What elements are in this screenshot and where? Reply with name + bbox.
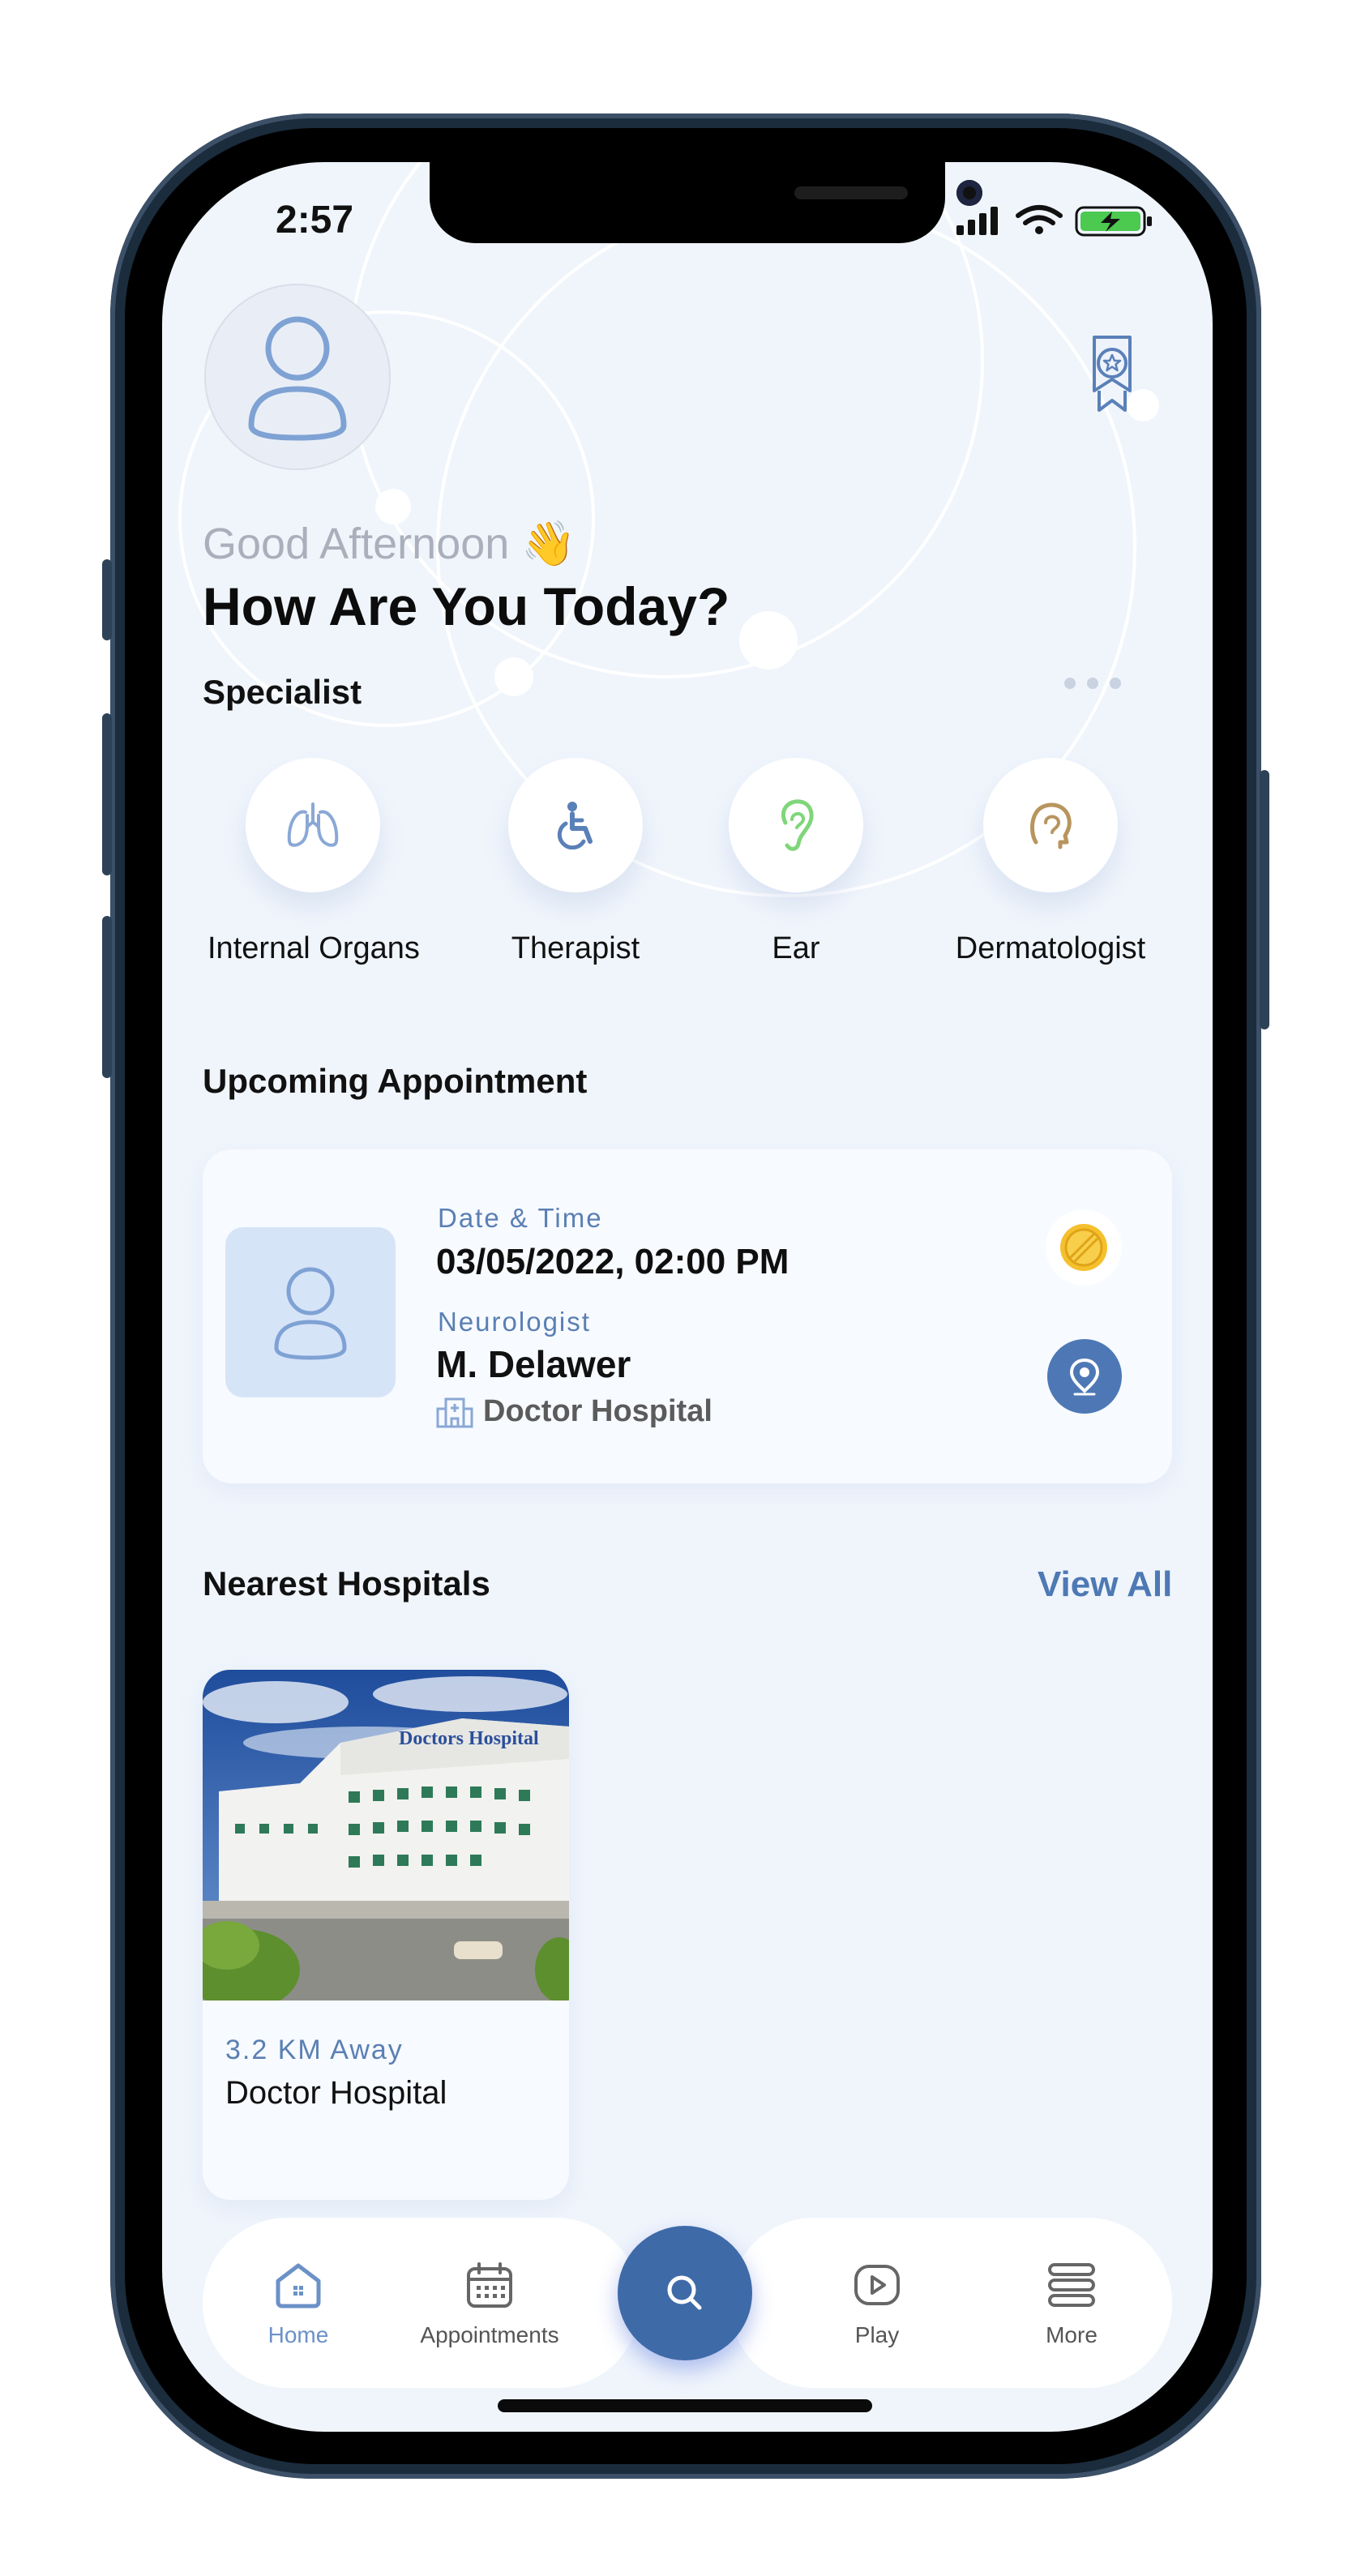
hospital-card-name: Doctor Hospital: [225, 2075, 447, 2111]
volume-down-button: [102, 916, 112, 1078]
specialist-label: Ear: [772, 931, 820, 965]
specialist-internal-organs[interactable]: Internal Organs: [208, 758, 420, 966]
hospital-photo: Doctors Hospital: [203, 1670, 569, 2000]
nav-label: More: [1046, 2322, 1098, 2347]
app-screen: 2:57 Good Afternoon 👋 How Are You Today?…: [162, 162, 1213, 2432]
hospital-card[interactable]: Doctors Hospital 3.2 KM Away Doctor Hosp…: [203, 1670, 569, 2200]
doctor-avatar: [225, 1227, 396, 1397]
nav-appointments[interactable]: Appointments: [409, 2261, 571, 2348]
search-icon: [667, 2275, 702, 2310]
nav-play[interactable]: Play: [796, 2261, 958, 2348]
appointment-section-title: Upcoming Appointment: [203, 1062, 588, 1100]
nav-home[interactable]: Home: [217, 2261, 379, 2348]
status-time: 2:57: [276, 199, 354, 242]
award-badge-icon[interactable]: [1088, 334, 1136, 412]
appointment-hospital: Doctor Hospital: [436, 1394, 712, 1429]
specialist-label: Internal Organs: [208, 931, 420, 965]
volume-up-button: [102, 713, 112, 875]
wheelchair-icon: [557, 802, 593, 849]
specialist-icon-circle: [508, 758, 643, 892]
hospitals-section-title: Nearest Hospitals: [203, 1564, 490, 1603]
gold-coin-icon: [1060, 1224, 1107, 1271]
specialist-dermatologist[interactable]: Dermatologist: [945, 758, 1156, 966]
specialist-therapist[interactable]: Therapist: [470, 758, 681, 966]
hospital-building-icon: [436, 1397, 473, 1427]
greeting-text: Good Afternoon 👋: [203, 520, 576, 568]
appointment-card[interactable]: Date & Time 03/05/2022, 02:00 PM Neurolo…: [203, 1149, 1172, 1483]
search-button[interactable]: [618, 2226, 752, 2360]
bottom-nav: Home Appointments Play More: [203, 2218, 1172, 2388]
wifi-icon: [1016, 205, 1063, 225]
user-icon: [274, 1267, 347, 1360]
doctor-name: M. Delawer: [436, 1343, 631, 1385]
specialist-ear[interactable]: Ear: [691, 758, 901, 966]
front-camera: [956, 180, 982, 206]
status-icons: [956, 205, 1152, 237]
specialist-icon-circle: [983, 758, 1118, 892]
battery-icon: [1075, 206, 1152, 237]
head-icon: [1030, 802, 1072, 849]
specialist-label: Therapist: [511, 931, 640, 965]
mute-switch: [102, 559, 112, 640]
view-all-link[interactable]: View All: [1038, 1564, 1172, 1605]
more-dots-icon[interactable]: [1062, 675, 1127, 691]
ear-icon: [781, 799, 814, 851]
nav-label: Appointments: [420, 2322, 559, 2347]
user-icon: [248, 316, 347, 441]
notch: [430, 162, 982, 243]
datetime-label: Date & Time: [438, 1203, 603, 1233]
profile-avatar[interactable]: [204, 284, 391, 470]
power-button: [1260, 770, 1269, 1029]
play-icon: [854, 2265, 900, 2305]
home-indicator: [498, 2399, 872, 2412]
home-icon: [276, 2263, 321, 2309]
page-title: How Are You Today?: [203, 576, 730, 636]
signal-icon: [956, 207, 998, 235]
specialist-title: Specialist: [203, 673, 362, 711]
location-pin-icon: [1069, 1358, 1100, 1396]
hospital-sign: Doctors Hospital: [399, 1728, 539, 1749]
nav-label: Play: [854, 2322, 900, 2347]
lungs-icon: [287, 802, 339, 847]
specialist-icon-circle: [246, 758, 380, 892]
hospital-distance: 3.2 KM Away: [225, 2035, 404, 2065]
more-icon: [1048, 2263, 1095, 2307]
nav-more[interactable]: More: [991, 2261, 1153, 2348]
nav-label: Home: [267, 2322, 329, 2347]
doctor-specialty: Neurologist: [438, 1307, 591, 1337]
hospital-name: Doctor Hospital: [483, 1394, 712, 1428]
calendar-icon: [467, 2262, 512, 2308]
location-pin-button[interactable]: [1047, 1339, 1122, 1414]
specialist-icon-circle: [729, 758, 863, 892]
specialist-label: Dermatologist: [955, 931, 1146, 965]
speaker-grille: [794, 186, 908, 199]
coin-icon[interactable]: [1046, 1209, 1122, 1286]
appointment-datetime: 03/05/2022, 02:00 PM: [436, 1242, 789, 1282]
